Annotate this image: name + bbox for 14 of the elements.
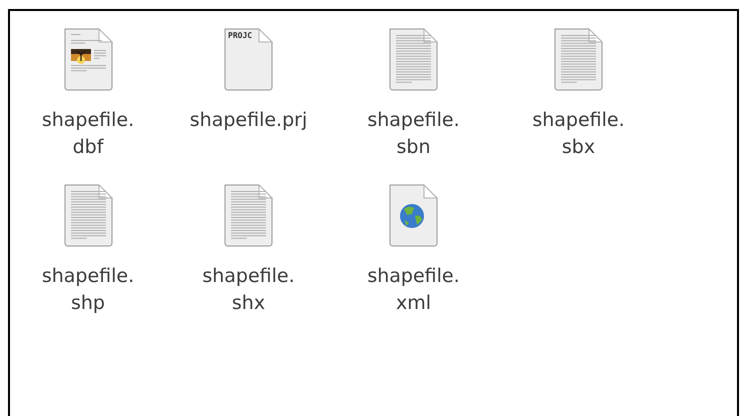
file-name[interactable]: shapefile. sbn xyxy=(363,107,464,161)
file-name[interactable]: shapefile.prj xyxy=(186,107,312,134)
text-document-icon xyxy=(62,183,114,249)
text-document-icon xyxy=(387,27,440,93)
globe-document-icon xyxy=(387,183,440,249)
text-document-icon xyxy=(552,27,605,93)
file-name[interactable]: shapefile. shx xyxy=(198,263,299,317)
file-name[interactable]: shapefile. xml xyxy=(363,263,464,317)
file-name[interactable]: shapefile. sbx xyxy=(528,107,629,161)
document-icon: PROJC xyxy=(222,27,275,93)
file-name[interactable]: shapefile. dbf xyxy=(38,107,138,161)
text-document-icon xyxy=(222,183,275,249)
image-document-icon xyxy=(62,27,114,93)
file-name[interactable]: shapefile. shp xyxy=(38,263,138,317)
